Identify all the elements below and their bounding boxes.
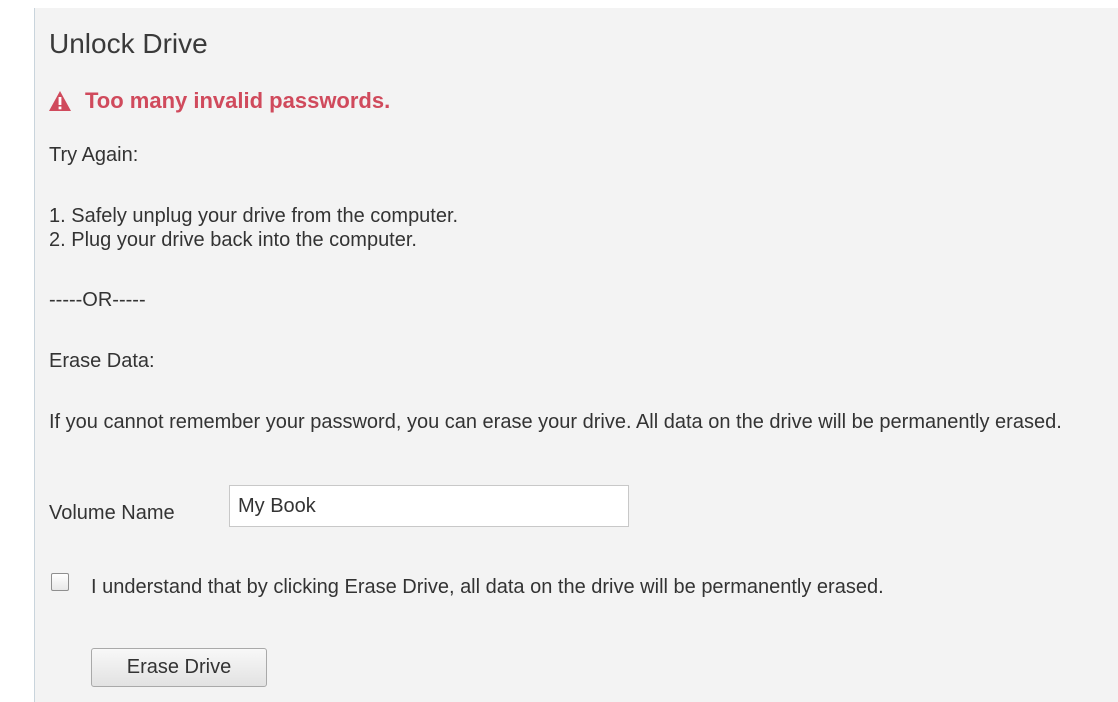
warning-triangle-icon: [48, 90, 72, 112]
step-2-text: 2. Plug your drive back into the compute…: [49, 229, 417, 251]
unlock-drive-panel: Unlock Drive Too many invalid passwords.…: [34, 8, 1118, 702]
erase-drive-button[interactable]: Erase Drive: [91, 648, 267, 687]
erase-heading: Erase Data:: [49, 350, 155, 372]
page-title: Unlock Drive: [49, 28, 208, 59]
or-separator: -----OR-----: [49, 289, 146, 311]
volume-name-label: Volume Name: [49, 502, 175, 524]
error-message: Too many invalid passwords.: [85, 88, 391, 113]
erase-description: If you cannot remember your password, yo…: [49, 411, 1062, 433]
step-1-text: 1. Safely unplug your drive from the com…: [49, 205, 459, 227]
try-again-heading: Try Again:: [49, 144, 139, 166]
volume-name-input[interactable]: [229, 485, 629, 527]
confirm-erase-checkbox[interactable]: [51, 573, 69, 591]
error-alert: Too many invalid passwords.: [48, 88, 390, 114]
confirm-erase-label[interactable]: I understand that by clicking Erase Driv…: [91, 573, 1091, 601]
